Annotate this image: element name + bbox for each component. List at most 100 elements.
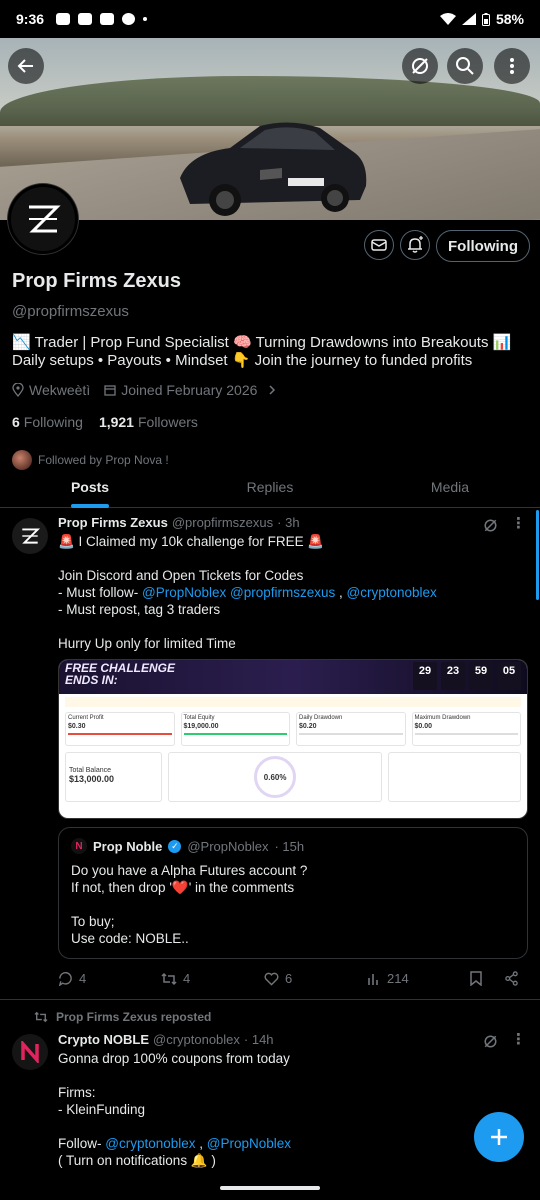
quote-line: If not, then drop '❤️' in the comments [71,880,295,895]
like-button[interactable]: 6 [264,971,367,986]
compose-button[interactable] [474,1112,524,1162]
repost-button[interactable]: 4 [161,971,264,986]
quote-time: · 15h [274,838,305,854]
post-text: 🚨 I Claimed my 10k challenge for FREE 🚨 … [58,533,528,652]
heart-icon [264,972,279,986]
location-text: Wekweètì [29,382,91,398]
search-button[interactable] [447,48,483,84]
separator: , [195,1136,207,1151]
post-image[interactable]: FREE CHALLENGE ENDS IN: 29 23 59 05 Curre… [58,659,528,819]
following-link[interactable]: 6 Following [12,414,83,430]
joined-date[interactable]: Joined February 2026 [104,382,276,398]
analytics-icon [368,973,378,985]
zexus-logo-icon [29,205,61,233]
status-bar: 9:36 58% [0,0,540,38]
views-button[interactable]: 214 [367,971,470,986]
grok-button[interactable] [402,48,438,84]
like-count: 6 [285,971,293,986]
following-label: Following [23,414,83,430]
zexus-logo-icon [22,528,41,544]
post-line: - Must follow- @PropNoblex @propfirmszex… [58,584,528,601]
profile-info: Prop Firms Zexus @propfirmszexus 📉 Trade… [12,270,528,470]
post-avatar[interactable] [12,518,48,554]
followed-by-text: Followed by Prop Nova ! [38,453,169,467]
app-notification-icon [78,13,93,25]
quote-header: N Prop Noble ✓ @PropNoblex · 15h [71,838,515,854]
balance-label: Total Balance [69,767,112,774]
quoted-post[interactable]: N Prop Noble ✓ @PropNoblex · 15h Do you … [58,827,528,959]
mention-link[interactable]: @cryptonoblex [347,585,437,600]
notifications-button[interactable] [400,230,430,260]
back-button[interactable] [8,48,44,84]
post-text: Gonna drop 100% coupons from today Firms… [58,1050,528,1169]
post-line: - Must repost, tag 3 traders [58,602,221,617]
post-line: - KleinFunding [58,1102,146,1117]
post-author-name[interactable]: Prop Firms Zexus [58,515,168,530]
profile-avatar[interactable] [8,184,78,254]
followers-label: Followers [137,414,198,430]
quote-author-name: Prop Noble [93,838,163,854]
mention-link[interactable]: @cryptonoblex [105,1136,195,1151]
more-vertical-icon [510,58,514,74]
stat-label: Total Equity [183,715,215,721]
more-options-button[interactable] [494,48,530,84]
post-header: Crypto NOBLE @cryptonoblex · 14h [58,1032,528,1047]
stat-card: Current Profit $0.30 [65,712,175,746]
post-line: 🚨 I Claimed my 10k challenge for FREE 🚨 [58,534,325,549]
home-indicator[interactable] [220,1186,320,1190]
reply-icon [58,972,72,986]
post-body: Prop Firms Zexus @propfirmszexus · 3h 🚨 … [58,515,528,986]
profile-bio: 📉 Trader | Prop Fund Specialist 🧠 Turnin… [12,334,512,369]
post-avatar[interactable] [12,1034,48,1070]
separator: , [335,585,347,600]
profile-meta: Wekweètì Joined February 2026 [12,382,528,398]
arrow-left-icon [17,59,33,73]
reply-button[interactable]: 4 [58,971,161,986]
post[interactable]: Prop Firms Zexus reposted ⋮ Crypto NOBLE… [0,1000,540,1200]
followers-link[interactable]: 1,921 Followers [99,414,198,430]
countdown-hours: 23 [441,662,465,690]
follow-counts: 6 Following 1,921 Followers [12,414,528,430]
post-time: · 14h [243,1032,274,1047]
stat-value: $0.20 [299,723,317,730]
quote-author-handle: @PropNoblex [187,838,269,854]
location-pin-icon [12,383,24,397]
quote-text: Do you have a Alpha Futures account ? If… [71,862,515,947]
image-header: FREE CHALLENGE ENDS IN: 29 23 59 05 [59,660,527,694]
following-count: 6 [12,414,20,430]
bookmark-button[interactable] [470,971,504,986]
stat-value: $0.30 [68,723,86,730]
share-button[interactable] [504,971,519,986]
message-button[interactable] [364,230,394,260]
quote-line: Use code: NOBLE.. [71,931,189,946]
repost-icon [161,972,177,985]
profile-handle: @propfirmszexus [12,303,129,320]
discord-notification-icon [100,13,115,25]
stat-label: Maximum Drawdown [414,715,471,721]
post-line: Gonna drop 100% coupons from today [58,1051,290,1066]
grok-icon [412,58,428,74]
info-card [387,752,521,802]
repost-count: 4 [183,971,191,986]
profile-banner[interactable] [0,38,540,220]
mention-link[interactable]: @propfirmszexus [230,585,335,600]
tab-media[interactable]: Media [360,468,540,507]
following-button[interactable]: Following [436,230,530,262]
countdown-seconds: 05 [497,662,521,690]
tab-posts[interactable]: Posts [0,468,180,507]
mention-link[interactable]: @PropNoblex [207,1136,291,1151]
post[interactable]: ⋮ Prop Firms Zexus @propfirmszexus · 3h … [0,508,540,1000]
post-author-name[interactable]: Crypto NOBLE [58,1032,149,1047]
followed-by[interactable]: Followed by Prop Nova ! [12,450,528,470]
share-icon [505,971,518,986]
battery-level: 58% [495,11,524,27]
image-notice-row [65,697,521,707]
countdown: 29 23 59 05 [413,662,521,690]
tab-replies[interactable]: Replies [180,468,360,507]
image-title: FREE CHALLENGE ENDS IN: [65,662,175,686]
post-author-handle: @cryptonoblex [153,1032,240,1047]
status-time: 9:36 [16,11,45,27]
search-icon [456,57,474,75]
mention-link[interactable]: @PropNoblex [142,585,226,600]
progress-circle: 0.60% [254,756,297,798]
